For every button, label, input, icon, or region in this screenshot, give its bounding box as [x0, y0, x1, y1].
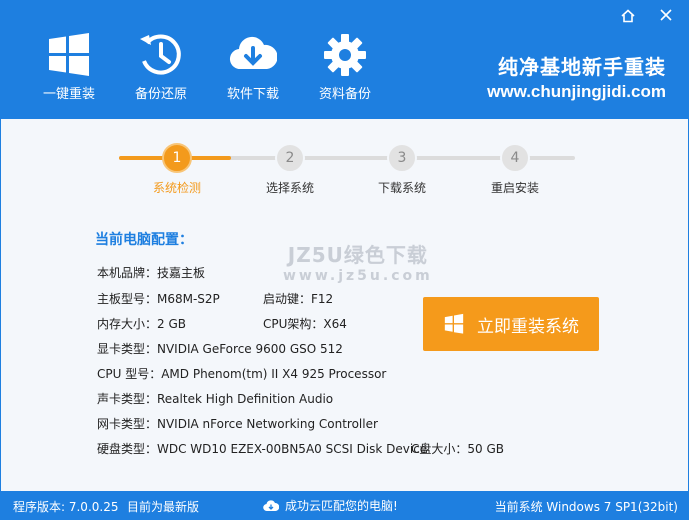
cloud-match: 成功云匹配您的电脑! [263, 497, 398, 514]
brand-name: 纯净基地新手重装 [498, 55, 666, 79]
watermark-line2: www.jz5u.com [283, 268, 433, 284]
header-bar: 一键重装 备份还原 软件下载 资料备份 纯净基地新手重装 www.chunjin… [1, 1, 688, 119]
current-system: 当前系统 Windows 7 SP1(32bit) [494, 500, 678, 514]
one-key-reinstall-button[interactable]: 一键重装 [23, 31, 115, 102]
progress-steps: 1 系统检测 2 选择系统 3 下载系统 4 重启安装 [119, 143, 579, 203]
step-system-check: 1 系统检测 [137, 143, 217, 196]
window-controls [620, 9, 674, 25]
cloud-download-icon [230, 36, 277, 70]
tool-label: 软件下载 [226, 87, 279, 102]
info-disk: 硬盘类型：WDC WD10 EZEX-00BN5A0 SCSI Disk Dev… [97, 442, 428, 456]
watermark-line1: JZ5U绿色下载 [287, 243, 428, 267]
history-icon [140, 34, 181, 75]
software-download-button[interactable]: 软件下载 [207, 31, 299, 102]
tool-label: 一键重装 [42, 87, 95, 102]
reinstall-now-button[interactable]: 立即重装系统 [423, 297, 599, 351]
info-brand: 本机品牌：技嘉主板 [97, 266, 206, 280]
cloud-icon [263, 499, 279, 511]
step-number: 3 [387, 143, 417, 173]
info-memory: 内存大小：2 GB [97, 317, 186, 331]
close-icon[interactable] [658, 9, 674, 25]
info-network: 网卡类型：NVIDIA nForce Networking Controller [97, 417, 378, 431]
step-label: 选择系统 [265, 181, 314, 195]
app-window: 一键重装 备份还原 软件下载 资料备份 纯净基地新手重装 www.chunjin… [0, 0, 689, 520]
step-label: 系统检测 [152, 181, 201, 195]
info-c-drive: C盘大小：50 GB [411, 442, 504, 456]
info-boot-key: 启动键：F12 [263, 292, 334, 306]
update-status: 目前为最新版 [127, 500, 200, 514]
info-board: 主板型号：M68M-S2P [97, 292, 220, 306]
step-label: 下载系统 [377, 181, 426, 195]
info-audio: 声卡类型：Realtek High Definition Audio [97, 392, 334, 406]
home-icon[interactable] [620, 9, 636, 25]
windows-icon [49, 33, 89, 76]
watermark: JZ5U绿色下载 www.jz5u.com [283, 239, 433, 284]
brand-url: www.chunjingjidi.com [487, 82, 666, 101]
backup-restore-button[interactable]: 备份还原 [115, 31, 207, 102]
reinstall-now-label: 立即重装系统 [477, 316, 579, 337]
tool-label: 备份还原 [134, 87, 187, 102]
data-backup-button[interactable]: 资料备份 [299, 31, 391, 102]
step-choose-system: 2 选择系统 [250, 143, 330, 196]
step-number: 4 [500, 143, 530, 173]
step-download-system: 3 下载系统 [362, 143, 442, 196]
windows-icon [444, 313, 464, 334]
step-label: 重启安装 [490, 181, 539, 195]
cloud-match-label: 成功云匹配您的电脑! [285, 499, 398, 513]
program-version: 程序版本: 7.0.0.25 [13, 500, 119, 514]
gear-icon [324, 34, 366, 76]
main-toolbar: 一键重装 备份还原 软件下载 资料备份 [23, 31, 391, 102]
tool-label: 资料备份 [318, 87, 371, 102]
config-title: 当前电脑配置： [95, 232, 193, 248]
status-bar: 程序版本: 7.0.0.25 目前为最新版 成功云匹配您的电脑! 当前系统 Wi… [1, 491, 688, 519]
info-cpu-arch: CPU架构：X64 [263, 317, 347, 331]
info-cpu: CPU 型号：AMD Phenom(tm) II X4 925 Processo… [97, 367, 387, 381]
step-number: 1 [162, 143, 192, 173]
step-number: 2 [275, 143, 305, 173]
step-restart-install: 4 重启安装 [475, 143, 555, 196]
info-gpu: 显卡类型：NVIDIA GeForce 9600 GSO 512 [97, 342, 343, 356]
brand-logo: 纯净基地新手重装 www.chunjingjidi.com [487, 51, 666, 102]
